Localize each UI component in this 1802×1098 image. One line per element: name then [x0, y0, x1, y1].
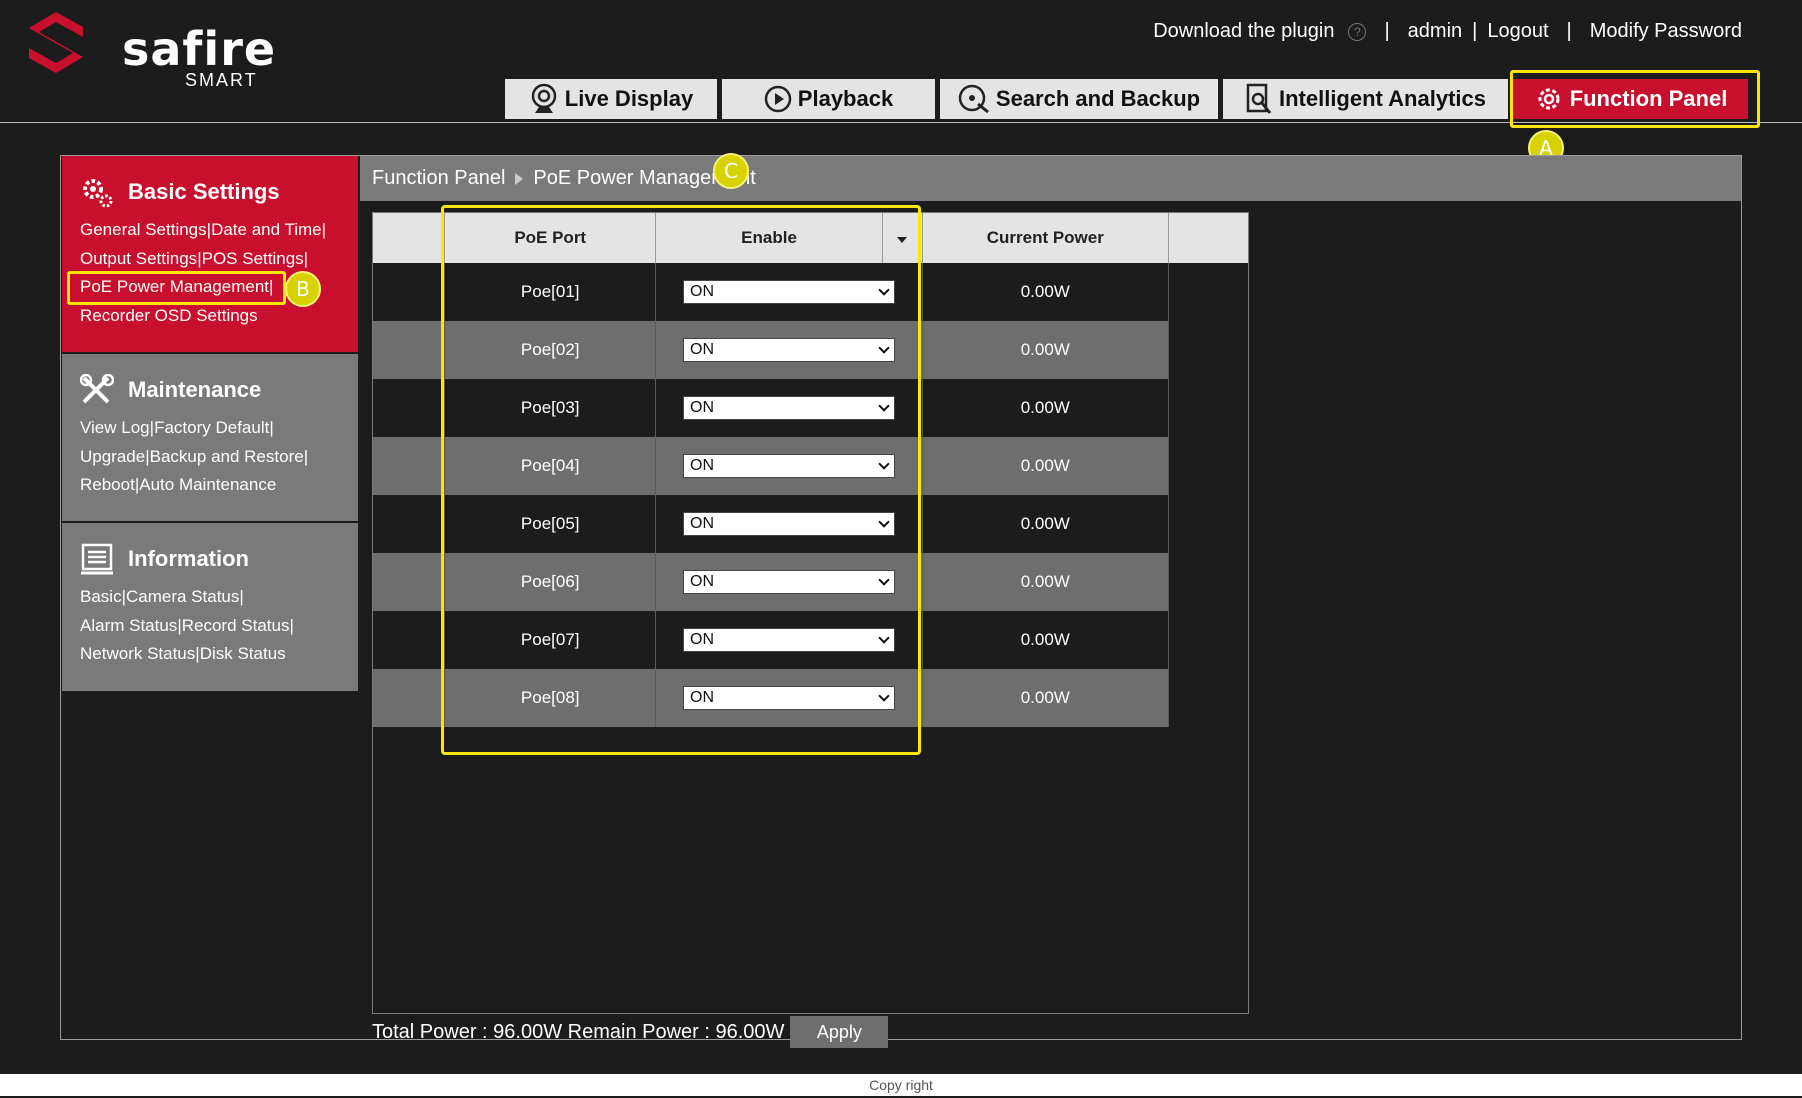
link-alarm-status[interactable]: Alarm Status — [80, 616, 177, 635]
current-power-cell: 0.00W — [922, 611, 1169, 669]
current-power-cell: 0.00W — [922, 553, 1169, 611]
sidebar-information: Information Basic|Camera Status| Alarm S… — [62, 523, 358, 691]
highlight-poe-link — [67, 271, 286, 305]
section-header: Information — [80, 543, 249, 575]
current-power-cell: 0.00W — [922, 437, 1169, 495]
tab-label: Playback — [797, 86, 894, 111]
row-spacer — [1168, 495, 1248, 553]
modify-password-link[interactable]: Modify Password — [1590, 20, 1742, 43]
apply-button[interactable]: Apply — [790, 1016, 889, 1048]
header-spacer — [373, 213, 446, 263]
current-power-cell: 0.00W — [922, 321, 1169, 379]
row-spacer — [1168, 263, 1248, 321]
link-record-status[interactable]: Record Status — [182, 616, 290, 635]
highlight-function-panel — [1510, 70, 1760, 128]
section-title: Information — [128, 546, 249, 571]
row-spacer — [373, 321, 446, 379]
separator: | — [1472, 20, 1478, 42]
camera-icon — [531, 83, 557, 113]
separator: | — [1384, 20, 1390, 42]
section-header: Basic Settings — [80, 176, 280, 208]
breadcrumb: Function Panel PoE Power Management — [360, 156, 1741, 201]
link-upgrade[interactable]: Upgrade — [80, 447, 145, 466]
section-links: View Log|Factory Default| Upgrade|Backup… — [80, 418, 309, 494]
tab-intelligent-analytics[interactable]: Intelligent Analytics — [1223, 79, 1508, 119]
highlight-table — [441, 205, 921, 755]
link-date-time[interactable]: Date and Time — [211, 220, 322, 239]
link-recorder-osd[interactable]: Recorder OSD Settings — [80, 306, 258, 325]
link-auto-maintenance[interactable]: Auto Maintenance — [139, 475, 276, 494]
separator: | — [1566, 20, 1572, 42]
top-links: Download the plugin ? | admin | Logout |… — [1153, 20, 1742, 43]
link-view-log[interactable]: View Log — [80, 418, 150, 437]
row-spacer — [373, 611, 446, 669]
section-title: Maintenance — [128, 377, 262, 402]
row-spacer — [373, 495, 446, 553]
current-power-cell: 0.00W — [922, 263, 1169, 321]
download-plugin-link[interactable]: Download the plugin — [1153, 20, 1334, 43]
brand-sub: SMART — [185, 70, 258, 90]
power-summary: Total Power : 96.00W Remain Power : 96.0… — [372, 1016, 889, 1048]
user-name: admin — [1407, 20, 1463, 42]
tab-search-backup[interactable]: Search and Backup — [940, 79, 1218, 119]
tab-label: Live Display — [564, 86, 694, 111]
link-backup-restore[interactable]: Backup and Restore — [150, 447, 304, 466]
link-camera-status[interactable]: Camera Status — [126, 587, 239, 606]
row-spacer — [373, 437, 446, 495]
breadcrumb-root[interactable]: Function Panel — [372, 167, 505, 190]
tab-label: Search and Backup — [995, 86, 1201, 111]
row-spacer — [1168, 611, 1248, 669]
tab-playback[interactable]: Playback — [722, 79, 935, 119]
row-spacer — [1168, 437, 1248, 495]
current-power-cell: 0.00W — [922, 669, 1169, 727]
brand-name: safire — [122, 22, 277, 76]
row-spacer — [1168, 553, 1248, 611]
section-header: Maintenance — [80, 374, 261, 406]
logout-link[interactable]: Logout — [1487, 20, 1548, 43]
help-icon[interactable]: ? — [1348, 22, 1367, 41]
safire-logo-icon — [29, 12, 83, 73]
tab-label: Intelligent Analytics — [1278, 86, 1486, 111]
row-spacer — [373, 263, 446, 321]
tools-icon — [80, 374, 114, 404]
row-spacer — [373, 379, 446, 437]
analytics-icon — [1246, 83, 1272, 114]
row-spacer — [1168, 379, 1248, 437]
copyright: Copy right — [0, 1074, 1802, 1096]
section-links: Basic|Camera Status| Alarm Status|Record… — [80, 587, 294, 663]
row-spacer — [1168, 321, 1248, 379]
section-title: Basic Settings — [128, 179, 280, 204]
link-basic[interactable]: Basic — [80, 587, 122, 606]
badge-b: B — [285, 271, 321, 307]
badge-c: C — [713, 153, 749, 189]
row-spacer — [373, 669, 446, 727]
link-reboot[interactable]: Reboot — [80, 475, 135, 494]
link-disk-status[interactable]: Disk Status — [200, 644, 286, 663]
gears-icon — [83, 179, 113, 208]
sidebar-basic-settings: Basic Settings General Settings|Date and… — [62, 156, 358, 352]
current-power-cell: 0.00W — [922, 495, 1169, 553]
tab-live-display[interactable]: Live Display — [505, 79, 717, 119]
link-pos-settings[interactable]: POS Settings — [202, 249, 304, 268]
logo: safire SMART — [25, 10, 275, 90]
search-backup-icon — [958, 84, 989, 114]
total-remain-power: Total Power : 96.00W Remain Power : 96.0… — [372, 1020, 785, 1043]
link-network-status[interactable]: Network Status — [80, 644, 195, 663]
play-icon — [764, 85, 792, 113]
row-spacer — [1168, 669, 1248, 727]
header-current-power: Current Power — [922, 213, 1169, 263]
header-spacer — [1168, 213, 1248, 263]
current-power-cell: 0.00W — [922, 379, 1169, 437]
row-spacer — [373, 553, 446, 611]
link-factory-default[interactable]: Factory Default — [154, 418, 269, 437]
link-general-settings[interactable]: General Settings — [80, 220, 207, 239]
breadcrumb-arrow-icon — [515, 172, 524, 185]
document-icon — [81, 543, 113, 575]
sidebar-maintenance: Maintenance View Log|Factory Default| Up… — [62, 354, 358, 521]
link-output-settings[interactable]: Output Settings — [80, 249, 197, 268]
